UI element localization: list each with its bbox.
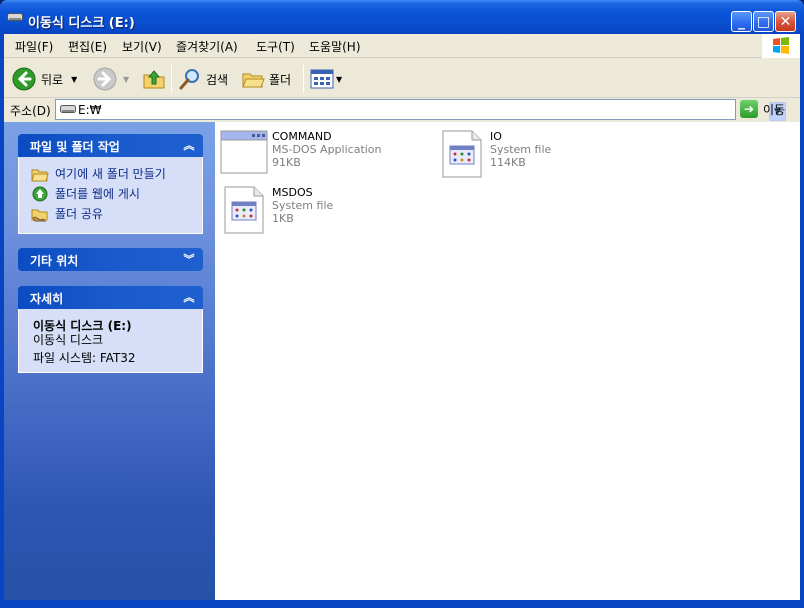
folder-icon [242, 73, 265, 88]
back-arrow-icon [12, 67, 36, 91]
removable-drive-icon [7, 13, 23, 21]
task-publish-web-label: 폴더를 웹에 게시 [55, 187, 140, 201]
details-title: 자세히 [30, 292, 64, 306]
search-button[interactable]: 검색 [178, 66, 228, 92]
menu-view[interactable]: 보기(V) [122, 38, 162, 55]
forward-button[interactable]: ▼ [93, 66, 129, 92]
go-label: 이동 [763, 102, 786, 117]
views-icon [310, 69, 334, 89]
views-dropdown-icon: ▼ [336, 74, 343, 84]
window-border-left[interactable] [0, 34, 4, 608]
task-new-folder-label: 여기에 새 폴더 만들기 [55, 167, 166, 181]
file-item[interactable]: COMMAND MS-DOS Application 91KB [220, 130, 420, 178]
views-button[interactable]: ▼ [310, 66, 342, 92]
menu-tools[interactable]: 도구(T) [256, 38, 295, 55]
file-tasks-header[interactable]: 파일 및 폴더 작업 ︽ [18, 134, 203, 157]
menu-edit[interactable]: 편집(E) [68, 38, 107, 55]
menu-favorites[interactable]: 즐겨찾기(A) [176, 38, 238, 55]
file-item[interactable]: MSDOS System file 1KB [220, 186, 420, 234]
forward-arrow-icon [93, 67, 117, 91]
menu-bar: 파일(F) 편집(E) 보기(V) 즐겨찾기(A) 도구(T) 도움말(H) [4, 34, 800, 58]
file-name: MSDOS [272, 186, 313, 199]
expand-chevron-icon[interactable]: ︾ [181, 251, 197, 267]
go-arrow-icon: ➔ [740, 100, 758, 118]
task-share-folder-label: 폴더 공유 [55, 207, 103, 221]
title-bar[interactable]: 이동식 디스크 (E:) _ □ ✕ [0, 0, 804, 34]
forward-dropdown-icon[interactable]: ▼ [123, 75, 129, 84]
minimize-button[interactable]: _ [731, 11, 752, 32]
close-icon: ✕ [779, 13, 792, 30]
other-places-title: 기타 위치 [30, 254, 79, 268]
task-publish-web[interactable]: 폴더를 웹에 게시 [31, 185, 140, 202]
share-folder-icon [31, 209, 48, 221]
file-tasks-title: 파일 및 폴더 작업 [30, 140, 120, 154]
back-button[interactable]: 뒤로 ▼ [12, 66, 77, 92]
search-icon [179, 69, 199, 90]
maximize-button[interactable]: □ [753, 11, 774, 32]
collapse-chevron-icon[interactable]: ︽ [181, 137, 197, 153]
other-places-header[interactable]: 기타 위치 ︾ [18, 248, 203, 271]
file-item[interactable]: IO System file 114KB [438, 130, 638, 178]
back-dropdown-icon[interactable]: ▼ [71, 75, 77, 84]
folders-label: 폴더 [269, 72, 292, 87]
up-folder-button[interactable] [142, 66, 166, 92]
system-file-icon [224, 186, 264, 234]
go-button[interactable]: ➔ 이동 [740, 100, 785, 118]
file-name: COMMAND [272, 130, 332, 143]
search-label: 검색 [206, 72, 229, 87]
window-border-right[interactable] [800, 34, 804, 608]
maximize-icon: □ [756, 13, 771, 30]
address-bar: 주소(D) E:₩ ▼ ➔ 이동 [4, 98, 800, 122]
menu-file[interactable]: 파일(F) [15, 38, 53, 55]
collapse-chevron-icon[interactable]: ︽ [181, 289, 197, 305]
address-input[interactable]: E:₩ ▼ [55, 99, 786, 121]
details-panel: 이동식 디스크 (E:) 이동식 디스크 파일 시스템: FAT32 [18, 309, 203, 373]
window-border-bottom[interactable] [0, 600, 804, 608]
msdos-app-icon [220, 130, 268, 174]
toolbar: 뒤로 ▼ ▼ 검색 폴더 ▼ [4, 58, 800, 98]
close-button[interactable]: ✕ [775, 11, 796, 32]
publish-web-icon [32, 186, 48, 201]
new-folder-icon [31, 169, 49, 181]
file-type: System file [490, 143, 552, 156]
details-filesystem: 파일 시스템: FAT32 [33, 351, 136, 365]
system-file-icon [442, 130, 482, 178]
file-type: System file [272, 199, 334, 212]
folder-up-icon [143, 70, 165, 89]
file-list-area[interactable]: COMMAND MS-DOS Application 91KB IO Syste… [215, 122, 800, 600]
window-title: 이동식 디스크 (E:) [28, 16, 135, 31]
file-tasks-panel: 여기에 새 폴더 만들기 폴더를 웹에 게시 폴더 공유 [18, 157, 203, 234]
file-type: MS-DOS Application [272, 143, 382, 156]
address-label: 주소(D) [10, 104, 51, 118]
toolbar-separator [171, 65, 172, 93]
file-size: 91KB [272, 156, 301, 169]
task-new-folder[interactable]: 여기에 새 폴더 만들기 [31, 165, 166, 182]
details-header[interactable]: 자세히 ︽ [18, 286, 203, 309]
back-label: 뒤로 [41, 72, 64, 87]
address-value: E:₩ [78, 103, 102, 117]
task-share-folder[interactable]: 폴더 공유 [31, 205, 103, 222]
explorer-window: 이동식 디스크 (E:) _ □ ✕ 파일(F) 편집(E) 보기(V) 즐겨찾… [0, 0, 804, 608]
file-name: IO [490, 130, 502, 143]
menu-help[interactable]: 도움말(H) [309, 38, 361, 55]
file-size: 114KB [490, 156, 526, 169]
toolbar-separator [303, 65, 304, 93]
file-size: 1KB [272, 212, 294, 225]
details-type: 이동식 디스크 [33, 333, 104, 347]
minimize-icon: _ [738, 13, 745, 30]
folders-button[interactable]: 폴더 [241, 66, 291, 92]
removable-drive-icon [60, 105, 76, 113]
windows-logo-icon [762, 34, 800, 58]
task-pane: 파일 및 폴더 작업 ︽ 여기에 새 폴더 만들기 폴더를 웹에 게시 폴더 공… [4, 122, 215, 600]
